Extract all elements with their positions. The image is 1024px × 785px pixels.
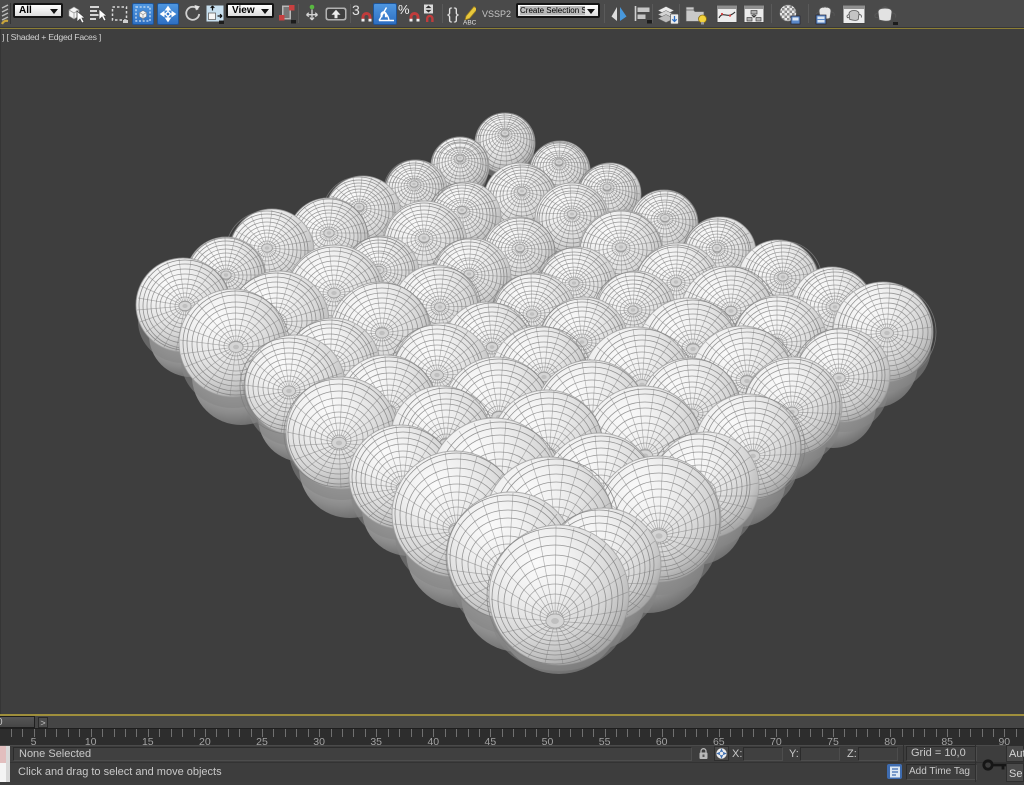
svg-text:{ }: { }	[447, 6, 460, 23]
svg-text:ABC: ABC	[463, 20, 476, 26]
